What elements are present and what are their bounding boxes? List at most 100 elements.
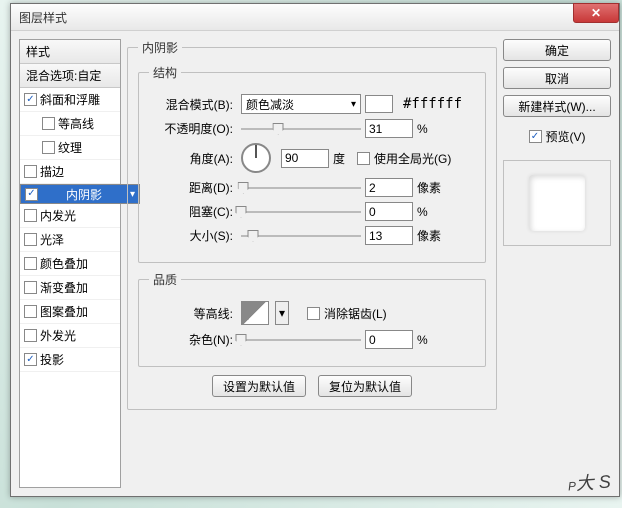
size-unit: 像素 [417,227,441,244]
sidebar-label-11: 投影 [40,351,64,368]
preview-toggle-row: 预览(V) [503,128,611,145]
sidebar-header: 样式 [20,40,120,64]
sidebar-label-6: 光泽 [40,231,64,248]
distance-slider[interactable] [241,180,361,196]
opacity-unit: % [417,122,428,136]
blend-options-header[interactable]: 混合选项:自定 [20,64,120,88]
distance-unit: 像素 [417,179,441,196]
sidebar-item-3[interactable]: 描边 [20,160,120,184]
sidebar-label-9: 图案叠加 [40,303,88,320]
panel-title: 内阴影 [138,39,182,56]
distance-row: 距离(D): 像素 [149,178,475,197]
preview-swatch [529,175,585,231]
preview-label: 预览(V) [546,128,586,145]
sidebar-item-2[interactable]: 纹理 [20,136,120,160]
antialias-checkbox[interactable] [307,307,320,320]
opacity-slider[interactable] [241,121,361,137]
window-title: 图层样式 [19,9,67,26]
distance-input[interactable] [365,178,413,197]
sidebar-item-10[interactable]: 外发光 [20,324,120,348]
size-label: 大小(S): [149,227,237,244]
right-column: 确定 取消 新建样式(W)... 预览(V) [503,39,611,488]
color-swatch[interactable] [365,95,393,113]
sidebar-checkbox-0[interactable] [24,93,37,106]
defaults-row: 设置为默认值 复位为默认值 [138,375,486,397]
contour-picker[interactable] [241,301,269,325]
opacity-label: 不透明度(O): [149,120,237,137]
choke-input[interactable] [365,202,413,221]
main-panel: 内阴影 结构 混合模式(B): 颜色减淡 #ffffff 不透明度(O): % [127,39,497,488]
sidebar-item-1[interactable]: 等高线 [20,112,120,136]
sidebar-checkbox-9[interactable] [24,305,37,318]
sidebar-label-3: 描边 [40,163,64,180]
sidebar-checkbox-7[interactable] [24,257,37,270]
sidebar-label-2: 纹理 [58,139,82,156]
noise-input[interactable] [365,330,413,349]
sidebar-checkbox-4[interactable] [25,188,38,201]
angle-unit: 度 [333,150,345,167]
contour-label: 等高线: [149,305,237,322]
sidebar-item-6[interactable]: 光泽 [20,228,120,252]
structure-legend: 结构 [149,64,181,81]
watermark: P大 S [565,442,612,504]
sidebar-item-11[interactable]: 投影 [20,348,120,372]
noise-label: 杂色(N): [149,331,237,348]
panel-fieldset: 内阴影 结构 混合模式(B): 颜色减淡 #ffffff 不透明度(O): % [127,39,497,410]
opacity-input[interactable] [365,119,413,138]
blendmode-label: 混合模式(B): [149,96,237,113]
sidebar-item-9[interactable]: 图案叠加 [20,300,120,324]
choke-slider[interactable] [241,204,361,220]
global-light-label: 使用全局光(G) [374,150,451,167]
noise-unit: % [417,333,428,347]
sidebar-label-5: 内发光 [40,207,76,224]
blendmode-select[interactable]: 颜色减淡 [241,94,361,114]
sidebar-label-8: 渐变叠加 [40,279,88,296]
choke-label: 阻塞(C): [149,203,237,220]
sidebar-item-5[interactable]: 内发光 [20,204,120,228]
cancel-button[interactable]: 取消 [503,67,611,89]
antialias-label: 消除锯齿(L) [324,305,387,322]
sidebar-checkbox-6[interactable] [24,233,37,246]
sidebar-checkbox-2[interactable] [42,141,55,154]
sidebar-item-7[interactable]: 颜色叠加 [20,252,120,276]
titlebar[interactable]: 图层样式 ✕ [11,4,619,31]
styles-sidebar: 样式 混合选项:自定 斜面和浮雕等高线纹理描边内阴影内发光光泽颜色叠加渐变叠加图… [19,39,121,488]
sidebar-checkbox-1[interactable] [42,117,55,130]
noise-row: 杂色(N): % [149,330,475,349]
noise-slider[interactable] [241,332,361,348]
sidebar-checkbox-3[interactable] [24,165,37,178]
sidebar-item-4[interactable]: 内阴影 [20,184,140,204]
size-row: 大小(S): 像素 [149,226,475,245]
global-light-checkbox[interactable] [357,152,370,165]
sidebar-item-0[interactable]: 斜面和浮雕 [20,88,120,112]
sidebar-item-8[interactable]: 渐变叠加 [20,276,120,300]
angle-row: 角度(A): 度 使用全局光(G) [149,143,475,173]
preview-box [503,160,611,246]
set-default-button[interactable]: 设置为默认值 [212,375,306,397]
reset-default-button[interactable]: 复位为默认值 [318,375,412,397]
angle-dial[interactable] [241,143,271,173]
angle-input[interactable] [281,149,329,168]
size-input[interactable] [365,226,413,245]
sidebar-label-0: 斜面和浮雕 [40,91,100,108]
ok-button[interactable]: 确定 [503,39,611,61]
sidebar-checkbox-8[interactable] [24,281,37,294]
size-slider[interactable] [241,228,361,244]
close-icon: ✕ [591,6,601,20]
contour-dropdown[interactable]: ▾ [275,301,289,325]
sidebar-label-10: 外发光 [40,327,76,344]
distance-label: 距离(D): [149,179,237,196]
close-button[interactable]: ✕ [573,3,619,23]
color-hex: #ffffff [403,96,462,112]
preview-checkbox[interactable] [529,130,542,143]
new-style-button[interactable]: 新建样式(W)... [503,95,611,117]
opacity-row: 不透明度(O): % [149,119,475,138]
choke-unit: % [417,205,428,219]
sidebar-checkbox-10[interactable] [24,329,37,342]
sidebar-checkbox-5[interactable] [24,209,37,222]
quality-group: 品质 等高线: ▾ 消除锯齿(L) 杂色(N): % [138,271,486,367]
choke-row: 阻塞(C): % [149,202,475,221]
sidebar-label-7: 颜色叠加 [40,255,88,272]
structure-group: 结构 混合模式(B): 颜色减淡 #ffffff 不透明度(O): % [138,64,486,263]
sidebar-checkbox-11[interactable] [24,353,37,366]
